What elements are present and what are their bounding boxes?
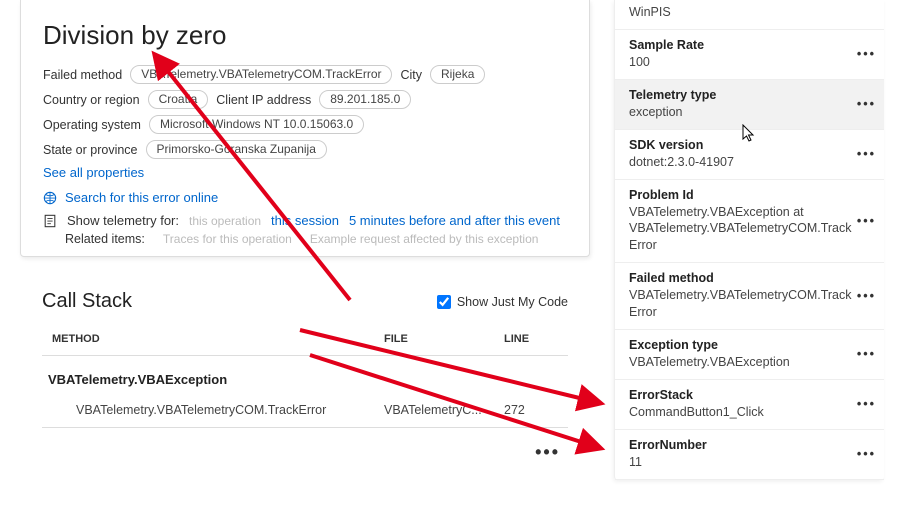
callstack-table-head: METHOD FILE LINE [42, 327, 568, 351]
side-sdk-val: dotnet:2.3.0-41907 [629, 154, 854, 171]
more-icon[interactable]: ••• [857, 447, 876, 461]
side-exception-type-val: VBATelemetry.VBAException [629, 354, 854, 371]
error-details-panel: Division by zero Failed method VBATeleme… [20, 0, 590, 257]
prop-country-ip: Country or region Croatia Client IP addr… [43, 90, 567, 109]
more-icon[interactable]: ••• [857, 147, 876, 161]
side-failed-method[interactable]: Failed method VBATelemetry.VBATelemetryC… [615, 263, 884, 330]
pill-city[interactable]: Rijeka [430, 65, 485, 84]
pill-ip[interactable]: 89.201.185.0 [319, 90, 411, 109]
side-error-number[interactable]: ErrorNumber 11 ••• [615, 430, 884, 480]
page-title: Division by zero [43, 20, 567, 51]
divider [42, 427, 568, 428]
side-error-stack[interactable]: ErrorStack CommandButton1_Click ••• [615, 380, 884, 430]
search-online-link[interactable]: Search for this error online [65, 190, 218, 205]
globe-icon [43, 191, 57, 205]
label-country: Country or region [43, 93, 140, 107]
show-just-my-code-label: Show Just My Code [457, 295, 568, 309]
side-exception-type[interactable]: Exception type VBATelemetry.VBAException… [615, 330, 884, 380]
side-sample-rate[interactable]: Sample Rate 100 ••• [615, 30, 884, 80]
this-session-link[interactable]: this session [271, 213, 339, 228]
col-line: LINE [504, 333, 564, 345]
side-error-stack-key: ErrorStack [629, 388, 854, 402]
pill-os[interactable]: Microsoft Windows NT 10.0.15063.0 [149, 115, 364, 134]
side-failed-method-val: VBATelemetry.VBATelemetryCOM.TrackError [629, 287, 854, 321]
side-sdk-key: SDK version [629, 138, 854, 152]
pill-country[interactable]: Croatia [148, 90, 209, 109]
document-icon [43, 214, 57, 228]
show-telemetry-row: Show telemetry for: this operation this … [43, 213, 567, 228]
label-ip: Client IP address [216, 93, 311, 107]
show-telemetry-label: Show telemetry for: [67, 213, 179, 228]
label-state: State or province [43, 143, 138, 157]
stack-row-method[interactable]: VBATelemetry.VBATelemetryCOM.TrackError … [42, 393, 568, 423]
side-problem-id[interactable]: Problem Id VBATelemetry.VBAException at … [615, 180, 884, 264]
related-faded-2: Example request affected by this excepti… [310, 232, 539, 246]
side-telemetry-type-val: exception [629, 104, 854, 121]
more-icon[interactable]: ••• [857, 47, 876, 61]
side-sdk-version[interactable]: SDK version dotnet:2.3.0-41907 ••• [615, 130, 884, 180]
prop-failed-method: Failed method VBATelemetry.VBATelemetryC… [43, 65, 567, 84]
side-error-number-key: ErrorNumber [629, 438, 854, 452]
more-icon[interactable]: ••• [857, 347, 876, 361]
pill-failed-method[interactable]: VBATelemetry.VBATelemetryCOM.TrackError [130, 65, 392, 84]
divider [42, 355, 568, 356]
pill-state[interactable]: Primorsko-Goranska Zupanija [146, 140, 327, 159]
show-just-my-code[interactable]: Show Just My Code [437, 295, 568, 309]
stack-file: VBATelemetryC... [384, 403, 504, 417]
label-city: City [400, 68, 422, 82]
side-exception-type-key: Exception type [629, 338, 854, 352]
more-icon[interactable]: ••• [857, 214, 876, 228]
stack-row-exception[interactable]: VBATelemetry.VBAException [42, 366, 568, 393]
see-all-properties-link[interactable]: See all properties [43, 165, 567, 180]
prop-state: State or province Primorsko-Goranska Zup… [43, 140, 567, 159]
search-online-row: Search for this error online [43, 190, 567, 205]
label-failed-method: Failed method [43, 68, 122, 82]
side-telemetry-type-key: Telemetry type [629, 88, 854, 102]
more-icon[interactable]: ••• [857, 397, 876, 411]
more-icon[interactable]: ••• [857, 97, 876, 111]
time-window-link[interactable]: 5 minutes before and after this event [349, 213, 560, 228]
side-sample-rate-key: Sample Rate [629, 38, 854, 52]
prop-os: Operating system Microsoft Windows NT 10… [43, 115, 567, 134]
more-menu-button[interactable]: ••• [42, 438, 568, 463]
this-operation-faded: this operation [189, 214, 261, 228]
stack-line: 272 [504, 403, 564, 417]
side-error-stack-val: CommandButton1_Click [629, 404, 854, 421]
col-file: FILE [384, 333, 504, 345]
show-just-my-code-checkbox[interactable] [437, 295, 451, 309]
side-sample-rate-val: 100 [629, 54, 854, 71]
side-winpis: WinPIS [615, 0, 884, 30]
side-problem-id-val: VBATelemetry.VBAException at VBATelemetr… [629, 204, 854, 255]
related-items-row: Related items: Traces for this operation… [43, 232, 567, 246]
col-method: METHOD [46, 333, 384, 345]
related-faded-1: Traces for this operation [163, 232, 292, 246]
callstack-section: Call Stack Show Just My Code METHOD FILE… [20, 290, 590, 463]
more-icon[interactable]: ••• [857, 289, 876, 303]
callstack-header: Call Stack Show Just My Code [42, 290, 568, 313]
side-winpis-val: WinPIS [629, 4, 854, 21]
side-error-number-val: 11 [629, 454, 854, 471]
properties-panel: WinPIS Sample Rate 100 ••• Telemetry typ… [614, 0, 884, 480]
callstack-title: Call Stack [42, 290, 132, 313]
side-failed-method-key: Failed method [629, 271, 854, 285]
side-problem-id-key: Problem Id [629, 188, 854, 202]
label-os: Operating system [43, 118, 141, 132]
related-items-label: Related items: [65, 232, 145, 246]
stack-method: VBATelemetry.VBATelemetryCOM.TrackError [70, 403, 384, 417]
side-telemetry-type[interactable]: Telemetry type exception ••• [615, 80, 884, 130]
